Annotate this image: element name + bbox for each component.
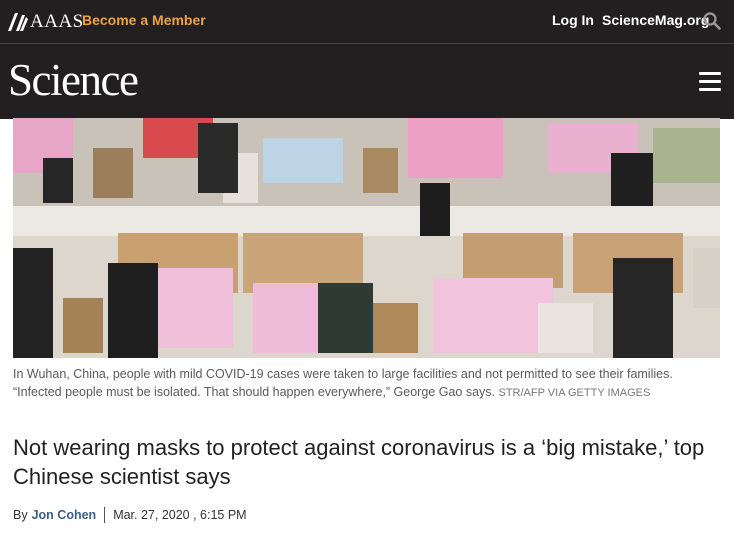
byline-divider [104, 507, 106, 523]
publish-date: Mar. 27, 2020 , 6:15 PM [113, 508, 247, 522]
article-headline: Not wearing masks to protect against cor… [13, 435, 705, 489]
photo-credit: STR/AFP VIA GETTY IMAGES [498, 387, 651, 399]
sciencemag-link[interactable]: ScienceMag.org [602, 12, 709, 28]
login-link[interactable]: Log In [552, 12, 594, 28]
become-member-link[interactable]: Become a Member [82, 12, 206, 28]
science-logo[interactable]: Science [8, 58, 139, 103]
aaas-label: AAAS [30, 11, 84, 32]
hero-photo-illustration [13, 118, 720, 358]
search-icon[interactable] [703, 12, 721, 30]
byline-prefix: By [13, 508, 28, 522]
author-link[interactable]: Jon Cohen [32, 508, 97, 522]
hero-photo [13, 118, 720, 358]
byline: By Jon Cohen Mar. 27, 2020 , 6:15 PM [13, 507, 247, 523]
aaas-mark-icon [8, 13, 28, 31]
aaas-logo[interactable]: AAAS [8, 11, 84, 33]
site-header: Science [0, 43, 734, 119]
hamburger-menu-icon[interactable] [699, 72, 721, 92]
top-bar: AAAS Become a Member Log In ScienceMag.o… [0, 0, 734, 43]
photo-caption: In Wuhan, China, people with mild COVID-… [13, 365, 723, 402]
